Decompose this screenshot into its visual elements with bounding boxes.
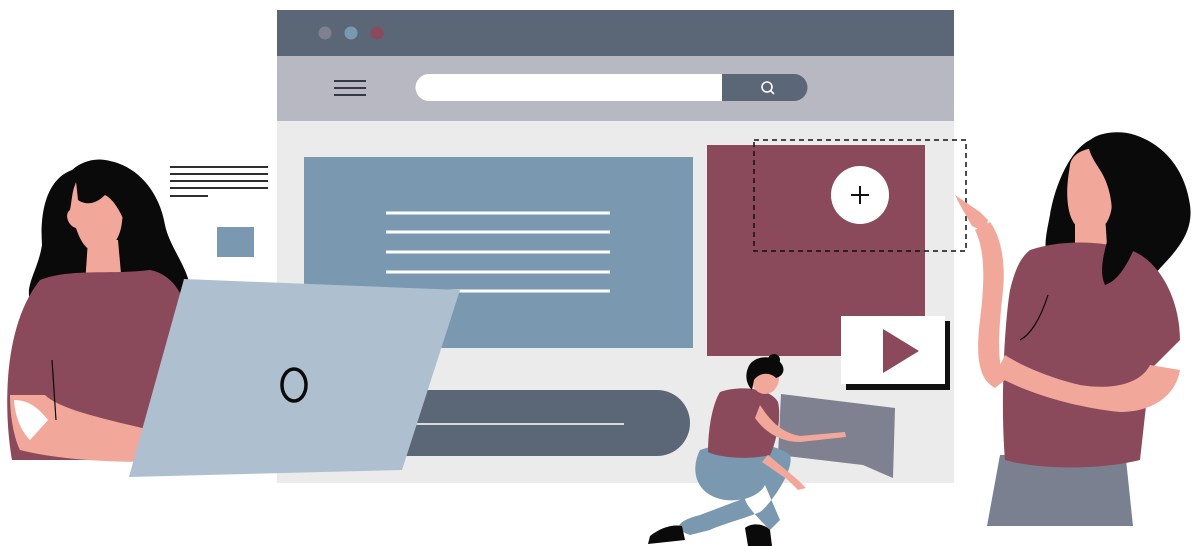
web-design-illustration [7, 10, 1191, 546]
window-dot-gray[interactable] [318, 26, 332, 40]
add-button[interactable] [831, 166, 889, 224]
floating-square [217, 227, 254, 257]
window-dot-blue[interactable] [344, 26, 358, 40]
window-dot-maroon[interactable] [370, 26, 384, 40]
search-bar [415, 74, 808, 101]
hamburger-menu-icon[interactable] [330, 76, 370, 100]
floating-text-lines [170, 166, 268, 197]
search-button[interactable] [722, 74, 808, 101]
video-card[interactable] [841, 316, 950, 390]
woman-pointing [955, 132, 1191, 526]
search-input[interactable] [415, 74, 723, 101]
